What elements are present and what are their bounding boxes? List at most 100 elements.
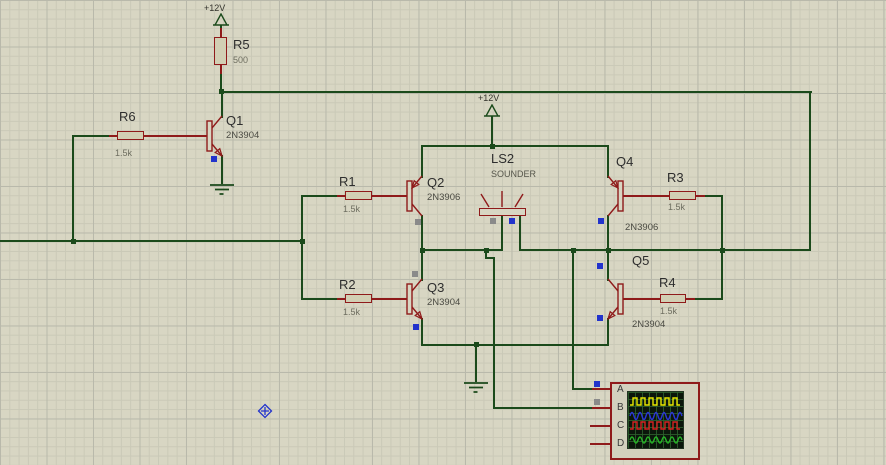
pin	[372, 298, 407, 300]
pin-marker	[490, 218, 496, 224]
pin-marker	[211, 156, 217, 162]
resistor-ref: R3	[667, 170, 684, 185]
wire[interactable]	[301, 195, 303, 300]
wire-vcc-rail[interactable]	[421, 145, 609, 147]
resistor-value: 1.5k	[115, 148, 133, 158]
wire[interactable]	[302, 298, 338, 300]
sounder-type: SOUNDER	[491, 169, 537, 179]
pin-marker	[597, 315, 603, 321]
transistor-partno: 2N3904	[632, 319, 666, 330]
junction-dot	[420, 248, 425, 253]
wire[interactable]	[519, 215, 521, 251]
power-label: +12V	[478, 93, 500, 103]
pin	[686, 298, 695, 300]
pin	[696, 195, 705, 197]
pin-marker	[413, 324, 419, 330]
resistor-ref: R1	[339, 174, 356, 189]
wire[interactable]	[694, 298, 722, 300]
wire[interactable]	[572, 388, 594, 390]
transistor-partno: 2N3904	[427, 297, 461, 308]
transistor-Q4[interactable]	[600, 168, 624, 224]
transistor-ref: Q3	[427, 280, 445, 295]
wire[interactable]	[491, 116, 493, 147]
transistor-Q5[interactable]	[600, 271, 624, 327]
resistor-value: 500	[233, 55, 249, 65]
resistor-value: 1.5k	[343, 307, 361, 317]
trace-b-sine	[629, 411, 683, 421]
junction-dot	[219, 89, 224, 94]
resistor-value: 1.5k	[343, 204, 361, 214]
resistor-R3[interactable]	[669, 191, 696, 200]
pin	[372, 195, 407, 197]
transistor-ref: Q5	[632, 253, 650, 268]
resistor-ref: R2	[339, 277, 356, 292]
resistor-value: 1.5k	[660, 306, 678, 316]
resistor-R1[interactable]	[345, 191, 372, 200]
pin-marker	[509, 218, 515, 224]
junction-dot	[484, 248, 489, 253]
resistor-R4[interactable]	[660, 294, 686, 303]
transistor-ref: Q1	[226, 113, 244, 128]
pin-scope-a	[592, 388, 611, 390]
sounder-ref: LS2	[491, 151, 515, 166]
trace-d-sine	[629, 436, 683, 444]
junction-dot	[490, 144, 495, 149]
resistor-R2[interactable]	[345, 294, 372, 303]
wire-top-rail[interactable]	[220, 91, 812, 93]
trace-c-square	[630, 421, 680, 430]
wire-bridge-right[interactable]	[519, 249, 723, 251]
transistor-partno: 2N3906	[625, 222, 659, 233]
scope-traces	[629, 397, 683, 444]
junction-dot	[720, 248, 725, 253]
pin-scope-d	[590, 443, 611, 445]
pin-marker	[597, 263, 603, 269]
ground-icon[interactable]	[463, 381, 489, 395]
schematic-canvas[interactable]: +12V +12V R5 500 R6 1.5k R1 1.5k R2 1.5k…	[0, 0, 886, 465]
transistor-partno: 2N3904	[226, 130, 260, 141]
power-12v-icon[interactable]	[212, 13, 230, 27]
resistor-ref: R6	[119, 109, 136, 124]
scope-channel-a: A	[617, 384, 624, 395]
junction-dot	[606, 248, 611, 253]
wire[interactable]	[475, 344, 477, 382]
oscilloscope-screen	[627, 391, 684, 449]
sounder-LS2[interactable]	[479, 208, 526, 216]
origin-marker-icon	[257, 403, 273, 419]
wire[interactable]	[809, 91, 811, 251]
trace-a-square	[630, 397, 680, 406]
wire-ground-rail[interactable]	[421, 344, 609, 346]
wire[interactable]	[501, 215, 503, 251]
power-12v-icon[interactable]	[483, 104, 501, 118]
scope-channel-b: B	[617, 402, 624, 413]
wire-to-scope-b[interactable]	[493, 257, 495, 409]
wire-to-scope-a[interactable]	[572, 249, 574, 390]
ground-icon[interactable]	[209, 183, 235, 197]
junction-dot	[71, 239, 76, 244]
pin-marker	[594, 399, 600, 405]
resistor-R6[interactable]	[117, 131, 144, 140]
wire[interactable]	[493, 407, 593, 409]
wire[interactable]	[704, 195, 722, 197]
transistor-ref: Q2	[427, 175, 445, 190]
pin	[220, 64, 222, 74]
pin-scope-b	[592, 407, 611, 409]
junction-dot	[571, 248, 576, 253]
resistor-value: 1.5k	[668, 202, 686, 212]
wire[interactable]	[72, 135, 110, 137]
wire[interactable]	[721, 249, 811, 251]
pin-marker	[412, 271, 418, 277]
pin-marker	[598, 218, 604, 224]
power-label: +12V	[204, 3, 226, 13]
wire-input-bus[interactable]	[0, 240, 302, 242]
junction-dot	[300, 239, 305, 244]
pin	[621, 195, 671, 197]
scope-channel-d: D	[617, 438, 625, 449]
resistor-ref: R4	[659, 275, 676, 290]
wire[interactable]	[302, 195, 338, 197]
pin	[143, 135, 207, 137]
wire-bridge-left[interactable]	[421, 249, 503, 251]
resistor-R5[interactable]	[214, 37, 227, 65]
pin	[621, 298, 662, 300]
wire[interactable]	[72, 135, 74, 242]
resistor-ref: R5	[233, 37, 250, 52]
